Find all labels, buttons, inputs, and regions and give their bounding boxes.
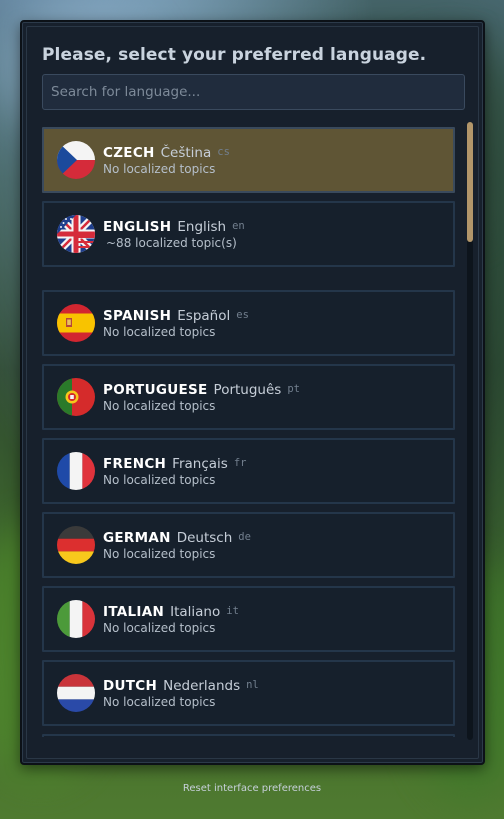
language-topics: No localized topics (103, 399, 216, 413)
language-topics: No localized topics (103, 621, 216, 635)
czech-flag-icon (57, 141, 95, 179)
language-name: DUTCH (103, 678, 158, 694)
language-code: nl (246, 679, 259, 691)
language-item-italian[interactable]: ITALIAN Italiano it No localized topics (42, 586, 455, 652)
language-topics: No localized topics (103, 473, 216, 487)
language-item-portuguese[interactable]: PORTUGUESE Português pt No localized topic… (42, 364, 455, 430)
italy-flag-icon (57, 600, 95, 638)
language-code: fr (233, 457, 247, 469)
language-item-spanish[interactable]: SPANISH Español es No localized topics (42, 290, 455, 356)
language-item-french[interactable]: FRENCH Français fr No localized topics (42, 438, 455, 504)
language-code: pt (287, 383, 300, 395)
language-name: CZECH (103, 145, 155, 161)
language-list: CZECH Čeština cs No localized topics ENG… (42, 127, 455, 737)
scrollbar-thumb[interactable] (467, 122, 473, 242)
language-native-name: Nederlands (163, 678, 241, 694)
language-native-name: English (177, 219, 227, 235)
language-name: FRENCH (103, 456, 167, 472)
netherlands-flag-icon (57, 674, 95, 712)
language-code: it (226, 605, 239, 617)
language-item-partial[interactable] (42, 734, 455, 737)
language-native-name: Português (213, 382, 282, 398)
language-code: en (232, 220, 245, 232)
language-topics: No localized topics (103, 547, 216, 561)
language-native-name: Italiano (170, 604, 221, 620)
germany-flag-icon (57, 526, 95, 564)
spain-flag-icon (57, 304, 95, 342)
language-native-name: Čeština (160, 145, 212, 161)
language-dialog: Please, select your preferred language. … (20, 20, 485, 765)
language-name: GERMAN (103, 530, 171, 546)
language-code: cs (217, 146, 230, 158)
uk-us-flag-icon (57, 215, 95, 253)
dialog-title: Please, select your preferred language. (42, 45, 427, 65)
language-native-name: Français (172, 456, 228, 472)
language-item-dutch[interactable]: DUTCH Nederlands nl No localized topics (42, 660, 455, 726)
language-search-input[interactable] (42, 74, 465, 110)
language-topics: No localized topics (103, 695, 216, 709)
language-item-english[interactable]: ENGLISH English en ~88 localized topic(s) (42, 201, 455, 267)
language-item-czech[interactable]: CZECH Čeština cs No localized topics (42, 127, 455, 193)
language-topics: No localized topics (103, 325, 216, 339)
language-name: PORTUGUESE (103, 382, 208, 398)
portugal-flag-icon (57, 378, 95, 416)
language-name: ENGLISH (103, 219, 172, 235)
language-list-scrollbar[interactable] (467, 122, 473, 740)
france-flag-icon (57, 452, 95, 490)
language-native-name: Deutsch (176, 530, 233, 546)
language-name: ITALIAN (103, 604, 165, 620)
language-item-german[interactable]: GERMAN Deutsch de No localized topics (42, 512, 455, 578)
language-native-name: Español (177, 308, 231, 324)
language-code: es (236, 309, 249, 321)
language-topics: ~88 localized topic(s) (106, 236, 237, 250)
language-topics: No localized topics (103, 162, 216, 176)
language-code: de (238, 531, 251, 543)
reset-preferences-link[interactable]: Reset interface preferences (0, 783, 504, 794)
language-name: SPANISH (103, 308, 172, 324)
